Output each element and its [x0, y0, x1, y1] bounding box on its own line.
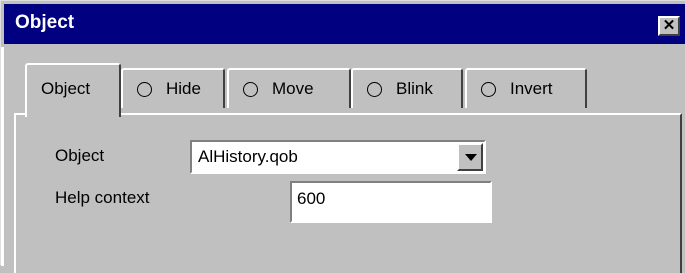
tab-blink-label: Blink: [396, 79, 433, 98]
help-context-label: Help context: [55, 188, 150, 207]
radio-empty-icon: [481, 81, 496, 97]
chevron-down-icon: [465, 154, 477, 161]
close-icon: ✕: [662, 17, 676, 34]
object-combobox-value: AlHistory.qob: [198, 147, 298, 166]
help-context-field[interactable]: 600: [290, 181, 492, 223]
radio-empty-icon: [367, 81, 382, 97]
dropdown-button[interactable]: [457, 143, 483, 171]
tab-invert[interactable]: Invert: [465, 68, 587, 108]
object-combobox[interactable]: AlHistory.qob: [190, 140, 486, 174]
tab-hide[interactable]: Hide: [121, 68, 225, 108]
dialog-window: Object ✕ Object Hide Move Blink Invert O…: [0, 0, 685, 273]
help-context-value: 600: [297, 189, 326, 208]
window-edge: [1, 47, 4, 266]
tab-blink[interactable]: Blink: [351, 68, 463, 108]
title-bar[interactable]: Object ✕: [4, 4, 685, 44]
tab-hide-label: Hide: [166, 79, 201, 98]
object-label: Object: [55, 146, 105, 165]
radio-empty-icon: [137, 81, 152, 97]
tab-move[interactable]: Move: [227, 68, 351, 108]
tab-move-label: Move: [272, 79, 314, 98]
tab-object[interactable]: Object: [25, 63, 121, 117]
close-button[interactable]: ✕: [658, 16, 680, 36]
radio-empty-icon: [243, 81, 258, 97]
tab-object-label: Object: [41, 79, 91, 98]
window-title: Object: [15, 12, 75, 33]
tab-invert-label: Invert: [510, 79, 553, 98]
